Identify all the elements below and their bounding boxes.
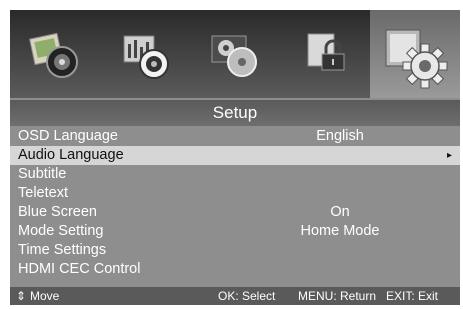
menu-item-label: Teletext [18,185,68,201]
menu-item-value: On [330,204,350,220]
audio-settings-icon [123,35,169,79]
menu-item-time-settings[interactable]: Time Settings [10,241,460,260]
picture-speaker-icon [29,32,78,78]
menu-item-audio-language[interactable]: Audio Language ▸ [10,146,460,165]
menu-item-value: English [316,128,364,144]
menu-item-hdmi-cec-control[interactable]: HDMI CEC Control [10,260,460,279]
up-down-arrows-icon: ⇕ [16,289,27,303]
footer-hint-bar: ⇕ Move OK: Select MENU: Return EXIT: Exi… [10,287,460,305]
menu-item-label: Mode Setting [18,223,104,239]
tv-osd-panel: Setup OSD Language English Audio Languag… [10,10,460,305]
menu-item-label: HDMI CEC Control [18,261,141,277]
select-hint: OK: Select [218,289,276,303]
return-hint: MENU: Return [298,289,377,303]
menu-item-blue-screen[interactable]: Blue Screen On [10,203,460,222]
menu-item-value: Home Mode [300,223,380,239]
lock-icon [307,33,345,71]
chevron-right-icon: ▸ [446,150,452,161]
page-title: Setup [10,100,460,126]
move-hint: Move [30,289,60,303]
menu-item-label: Blue Screen [18,204,97,220]
setup-menu-list: OSD Language English Audio Language ▸ Su… [10,127,460,279]
setup-gear-icon [385,29,448,89]
menu-item-osd-language[interactable]: OSD Language English [10,127,460,146]
menu-item-label: OSD Language [18,128,118,144]
menu-item-label: Audio Language [18,147,124,163]
exit-hint: EXIT: Exit [386,289,439,303]
menu-item-label: Time Settings [18,242,107,258]
channel-menu-tab[interactable] [190,10,280,98]
menu-item-subtitle[interactable]: Subtitle [10,165,460,184]
menu-item-mode-setting[interactable]: Mode Setting Home Mode [10,222,460,241]
channel-disc-icon [211,35,257,77]
menu-item-teletext[interactable]: Teletext [10,184,460,203]
setup-menu-tab[interactable] [370,10,460,98]
audio-menu-tab[interactable] [100,10,190,98]
menu-icon-bar [10,10,460,98]
picture-menu-tab[interactable] [10,10,100,98]
lock-menu-tab[interactable] [280,10,370,98]
menu-item-label: Subtitle [18,166,67,182]
